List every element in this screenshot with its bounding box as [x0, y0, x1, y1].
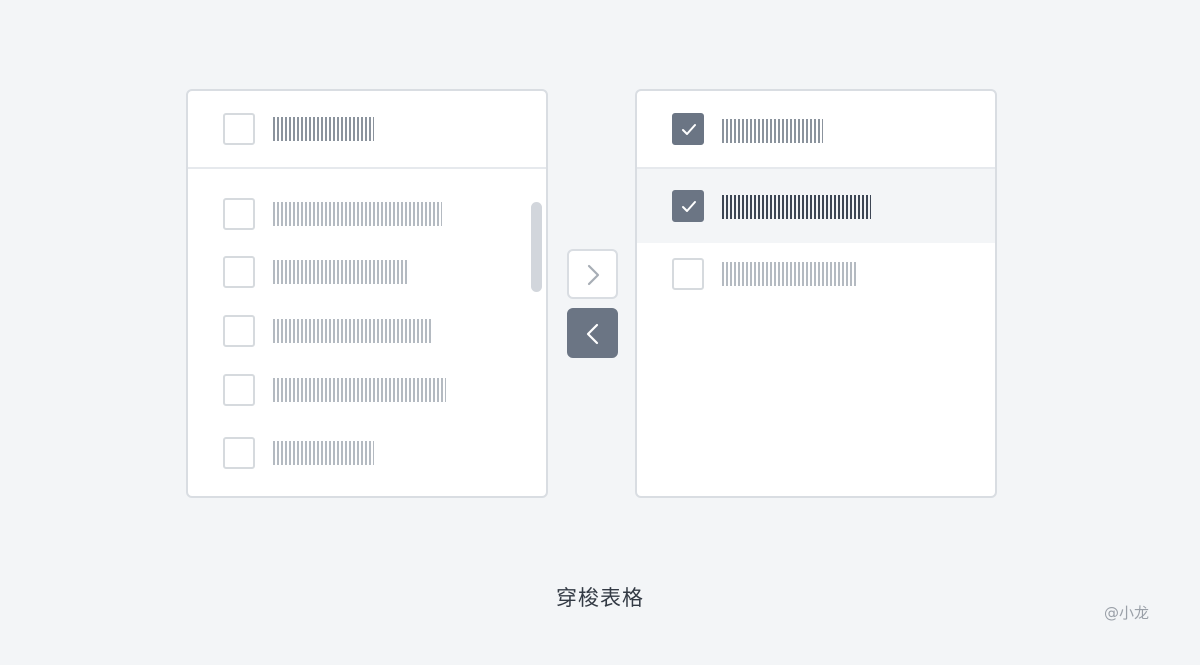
move-to-source-button[interactable] [567, 308, 618, 358]
target-item-checkbox[interactable] [672, 258, 704, 290]
source-header-title [273, 117, 374, 141]
source-list-item[interactable] [188, 302, 546, 360]
source-list-header [188, 91, 546, 169]
checkmark-icon [682, 124, 696, 135]
source-item-label [273, 378, 446, 402]
source-item-label [273, 441, 374, 465]
source-list-item[interactable] [188, 424, 546, 482]
checkmark-icon [682, 201, 696, 212]
source-item-checkbox[interactable] [223, 374, 255, 406]
target-list-panel [635, 89, 997, 498]
source-list-item[interactable] [188, 185, 546, 243]
target-item-label [722, 262, 857, 286]
target-list-item-selected[interactable] [637, 169, 995, 243]
transfer-demo: 穿梭表格 @小龙 [0, 0, 1200, 665]
source-list-panel [186, 89, 548, 498]
source-item-label [273, 202, 442, 226]
source-item-checkbox[interactable] [223, 315, 255, 347]
target-list-header [637, 91, 995, 169]
source-item-checkbox[interactable] [223, 198, 255, 230]
source-item-label [273, 260, 408, 284]
source-list-item[interactable] [188, 243, 546, 301]
target-select-all-checkbox[interactable] [672, 113, 704, 145]
source-item-label [273, 319, 432, 343]
chevron-left-icon [586, 323, 599, 345]
source-item-checkbox[interactable] [223, 437, 255, 469]
target-item-label [722, 195, 871, 219]
chevron-right-icon [587, 264, 600, 286]
figure-caption: 穿梭表格 [556, 586, 644, 610]
source-item-checkbox[interactable] [223, 256, 255, 288]
target-header-title [722, 119, 823, 143]
move-to-target-button[interactable] [567, 249, 618, 299]
source-select-all-checkbox[interactable] [223, 113, 255, 145]
target-item-checkbox[interactable] [672, 190, 704, 222]
target-list-item[interactable] [637, 243, 995, 301]
author-watermark: @小龙 [1104, 604, 1150, 622]
source-list-item[interactable] [188, 361, 546, 419]
source-list-scrollbar[interactable] [531, 202, 542, 292]
